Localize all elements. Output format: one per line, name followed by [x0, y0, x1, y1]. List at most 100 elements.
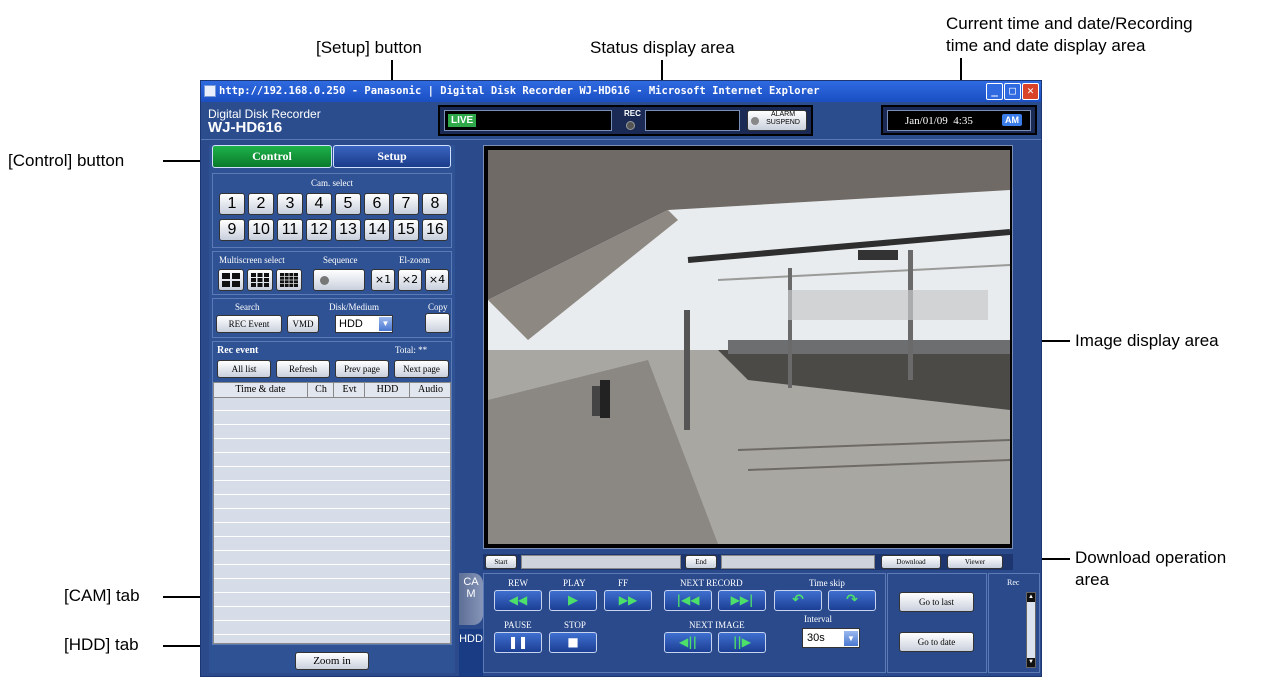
alarm-suspend-button[interactable]: ALARM SUSPEND: [747, 110, 807, 131]
ampm-badge: AM: [1002, 114, 1022, 126]
pause-label: PAUSE: [504, 620, 532, 630]
prev-page-button[interactable]: Prev page: [335, 360, 389, 378]
cam-select-section: Cam. select 1 2 3 4 5 6 7 8 9 10 11 12 1…: [212, 173, 452, 248]
annotation-cam-tab: [CAM] tab: [64, 586, 140, 605]
skip-previous-icon: |◀◀: [676, 593, 700, 607]
interval-select[interactable]: 30s ▼: [802, 628, 860, 648]
scroll-down-icon[interactable]: ▼: [1027, 658, 1035, 667]
vmd-search-button[interactable]: VMD: [287, 315, 319, 333]
rec-event-search-button[interactable]: REC Event: [216, 315, 282, 333]
cam-button-1[interactable]: 1: [219, 193, 245, 215]
control-panel: Control Setup Cam. select 1 2 3 4 5 6 7 …: [209, 145, 455, 673]
refresh-button[interactable]: Refresh: [276, 360, 330, 378]
column-ch: Ch: [309, 383, 334, 397]
go-to-date-button[interactable]: Go to date: [899, 632, 974, 652]
window-title: http://192.168.0.250 - Panasonic | Digit…: [219, 85, 820, 97]
current-datetime: Jan/01/09 4:35: [905, 115, 973, 127]
cam-button-11[interactable]: 11: [277, 219, 303, 241]
browser-window: http://192.168.0.250 - Panasonic | Digit…: [200, 80, 1042, 677]
annotation-hdd-tab: [HDD] tab: [64, 635, 139, 654]
next-image-button[interactable]: ||▶: [718, 632, 766, 653]
hdd-tab[interactable]: HDD: [459, 629, 483, 676]
rew-button[interactable]: ◀◀: [494, 590, 542, 611]
download-start-button[interactable]: Start: [485, 555, 517, 569]
download-end-field[interactable]: [721, 555, 875, 569]
annotation-download-line1: Download operation: [1075, 548, 1227, 567]
camera-image-railway-platform: [488, 150, 1010, 544]
annotation-download-line2: area: [1075, 570, 1110, 589]
multiscreen-16-button[interactable]: [276, 269, 302, 291]
cam-tab[interactable]: CAM: [459, 573, 483, 625]
scroll-up-icon[interactable]: ▲: [1027, 593, 1035, 602]
disk-medium-select[interactable]: HDD ▼: [335, 315, 393, 333]
cam-button-15[interactable]: 15: [393, 219, 419, 241]
status-message-box: [645, 110, 740, 131]
zoom-x4-button[interactable]: ×4: [425, 269, 449, 291]
rec-indicator-icon: [626, 121, 635, 130]
zoom-x1-button[interactable]: ×1: [371, 269, 395, 291]
image-display-area[interactable]: [483, 145, 1013, 549]
control-tab-button[interactable]: Control: [212, 145, 332, 168]
copy-button[interactable]: [425, 313, 450, 333]
next-record-button[interactable]: ▶▶|: [718, 590, 766, 611]
cam-button-14[interactable]: 14: [364, 219, 390, 241]
maximize-button[interactable]: □: [1004, 83, 1021, 100]
time-skip-forward-button[interactable]: ↷: [828, 590, 876, 611]
setup-tab-button[interactable]: Setup: [333, 145, 451, 168]
cam-button-10[interactable]: 10: [248, 219, 274, 241]
all-list-button[interactable]: All list: [217, 360, 271, 378]
frame-forward-icon: ||▶: [733, 635, 751, 649]
cam-select-label: Cam. select: [311, 178, 353, 188]
next-page-button[interactable]: Next page: [394, 360, 449, 378]
viewer-button[interactable]: Viewer: [947, 555, 1003, 569]
stop-label: STOP: [564, 620, 586, 630]
fast-forward-icon: ▶▶: [618, 593, 638, 607]
ie-page-icon: [204, 85, 216, 97]
zoom-in-button[interactable]: Zoom in: [295, 652, 369, 670]
rec-scrollbar[interactable]: ▲ ▼: [1026, 592, 1036, 668]
pause-button[interactable]: ❚❚: [494, 632, 542, 653]
ff-button[interactable]: ▶▶: [604, 590, 652, 611]
cam-button-13[interactable]: 13: [335, 219, 361, 241]
frame-back-icon: ◀||: [679, 635, 697, 649]
cam-button-7[interactable]: 7: [393, 193, 419, 215]
next-record-label: NEXT RECORD: [680, 578, 743, 588]
grid-16-icon: [280, 273, 298, 287]
live-status-box: LIVE: [444, 110, 612, 131]
go-to-last-button[interactable]: Go to last: [899, 592, 974, 612]
go-to-section: Go to last Go to date: [887, 573, 987, 673]
download-button[interactable]: Download: [881, 555, 941, 569]
time-skip-back-button[interactable]: ↶: [774, 590, 822, 611]
rec-event-title: Rec event: [217, 345, 259, 356]
stop-button[interactable]: ■: [549, 632, 597, 653]
sequence-button[interactable]: [313, 269, 365, 291]
play-button[interactable]: ▶: [549, 590, 597, 611]
app-header: Digital Disk Recorder WJ-HD616 LIVE REC …: [201, 102, 1041, 140]
download-end-button[interactable]: End: [685, 555, 717, 569]
cam-button-3[interactable]: 3: [277, 193, 303, 215]
zoom-x2-button[interactable]: ×2: [398, 269, 422, 291]
cam-button-5[interactable]: 5: [335, 193, 361, 215]
cam-button-9[interactable]: 9: [219, 219, 245, 241]
multiscreen-4-button[interactable]: [218, 269, 244, 291]
minimize-button[interactable]: _: [986, 83, 1003, 100]
grid-4-icon: [222, 273, 240, 287]
rew-label: REW: [508, 578, 528, 588]
multiscreen-9-button[interactable]: [247, 269, 273, 291]
cam-button-16[interactable]: 16: [422, 219, 448, 241]
prev-record-button[interactable]: |◀◀: [664, 590, 712, 611]
cam-button-12[interactable]: 12: [306, 219, 332, 241]
cam-button-2[interactable]: 2: [248, 193, 274, 215]
grid-9-icon: [251, 273, 269, 287]
download-start-field[interactable]: [521, 555, 681, 569]
cam-button-8[interactable]: 8: [422, 193, 448, 215]
interval-value: 30s: [807, 632, 825, 644]
cam-button-6[interactable]: 6: [364, 193, 390, 215]
rec-label: REC: [624, 109, 641, 118]
close-button[interactable]: ✕: [1022, 83, 1039, 100]
cam-button-4[interactable]: 4: [306, 193, 332, 215]
annotation-time-line2: time and date display area: [946, 36, 1146, 55]
playback-controls: REW PLAY FF NEXT RECORD Time skip ◀◀ ▶ ▶…: [483, 573, 886, 673]
prev-image-button[interactable]: ◀||: [664, 632, 712, 653]
sequence-led-icon: [320, 276, 329, 285]
